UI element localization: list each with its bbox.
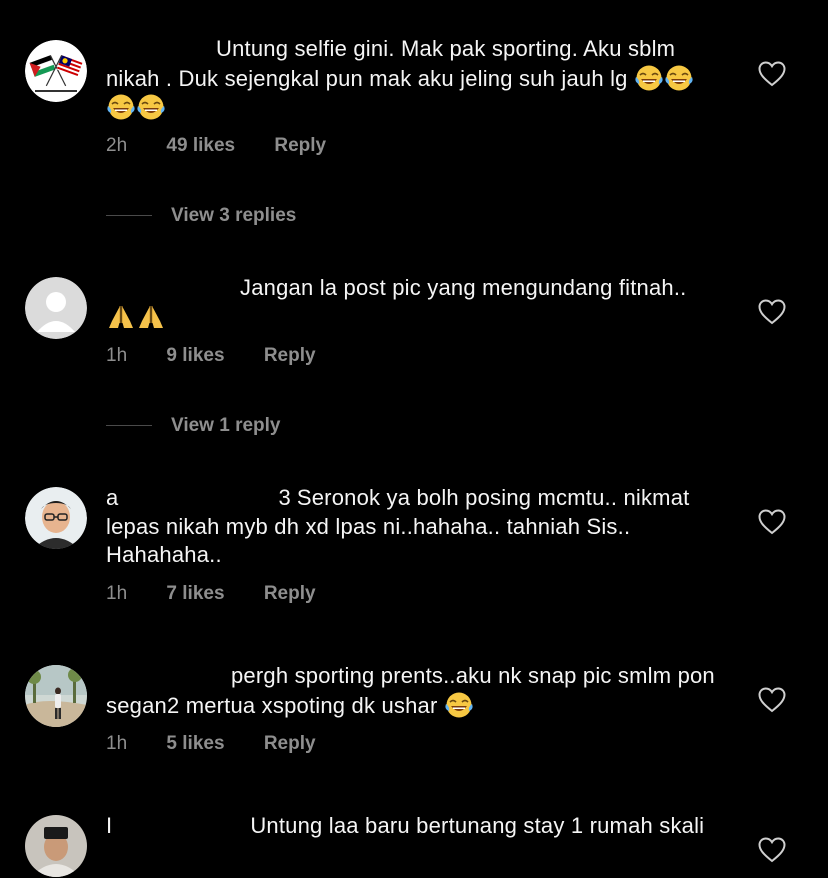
username-hidden[interactable] <box>106 35 216 63</box>
avatar[interactable] <box>25 665 87 727</box>
divider-line <box>106 215 152 217</box>
username-hidden[interactable] <box>118 484 278 512</box>
like-heart-icon[interactable] <box>758 687 786 713</box>
username-suffix[interactable]: 3 <box>278 485 290 510</box>
comment-text-part: Untung laa baru bertunang stay 1 rumah s… <box>250 813 705 838</box>
comment-text: Untung selfie gini. Mak pak sporting. Ak… <box>106 35 716 123</box>
like-heart-icon[interactable] <box>758 509 786 535</box>
comment-text-part: Jangan la post pic yang mengundang fitna… <box>240 275 687 300</box>
tears-of-joy-emoji <box>106 93 136 121</box>
comment-time: 1h <box>106 583 128 604</box>
view-replies[interactable]: View 1 reply <box>106 415 281 437</box>
tears-of-joy-emoji <box>444 691 474 719</box>
reply-button[interactable]: Reply <box>264 345 316 367</box>
like-heart-icon[interactable] <box>758 61 786 87</box>
view-replies-label[interactable]: View 1 reply <box>171 415 281 436</box>
view-replies[interactable]: View 3 replies <box>106 205 296 227</box>
comment-meta: 1h 5 likes Reply <box>106 733 316 755</box>
reply-button[interactable]: Reply <box>264 733 316 755</box>
username-hidden[interactable] <box>112 812 250 840</box>
likes-count[interactable]: 49 likes <box>166 135 235 157</box>
comment-text: I Untung laa baru bertunang stay 1 rumah … <box>106 812 716 841</box>
avatar[interactable] <box>25 40 87 102</box>
avatar[interactable] <box>25 815 87 877</box>
comment-text: Jangan la post pic yang mengundang fitna… <box>106 274 716 332</box>
likes-count[interactable]: 5 likes <box>166 733 224 755</box>
like-heart-icon[interactable] <box>758 299 786 325</box>
avatar[interactable] <box>25 277 87 339</box>
comment-text: pergh sporting prents..aku nk snap pic s… <box>106 662 716 720</box>
tears-of-joy-emoji <box>664 64 694 92</box>
comment-time: 1h <box>106 345 128 366</box>
comment-time: 1h <box>106 733 128 754</box>
folded-hands-emoji <box>106 303 136 331</box>
folded-hands-emoji <box>136 303 166 331</box>
view-replies-label[interactable]: View 3 replies <box>171 205 296 226</box>
tears-of-joy-emoji <box>136 93 166 121</box>
comment-time: 2h <box>106 135 128 156</box>
username-hidden[interactable] <box>106 274 240 302</box>
username-hidden[interactable] <box>106 662 231 690</box>
comment-meta: 2h 49 likes Reply <box>106 135 326 157</box>
username-prefix[interactable]: a <box>106 485 118 510</box>
comment-meta: 1h 7 likes Reply <box>106 583 316 605</box>
comment-text: a 3 Seronok ya bolh posing mcmtu.. nikmat … <box>106 484 716 570</box>
reply-button[interactable]: Reply <box>274 135 326 157</box>
divider-line <box>106 425 152 427</box>
avatar[interactable] <box>25 487 87 549</box>
reply-button[interactable]: Reply <box>264 583 316 605</box>
likes-count[interactable]: 7 likes <box>166 583 224 605</box>
like-heart-icon[interactable] <box>758 837 786 863</box>
comment-meta: 1h 9 likes Reply <box>106 345 316 367</box>
likes-count[interactable]: 9 likes <box>166 345 224 367</box>
tears-of-joy-emoji <box>634 64 664 92</box>
